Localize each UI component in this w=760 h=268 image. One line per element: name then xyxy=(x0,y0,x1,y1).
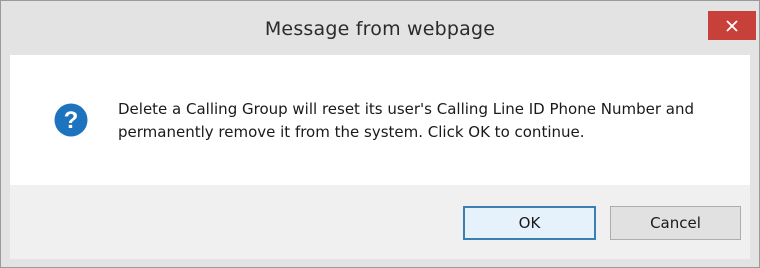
close-icon xyxy=(726,19,738,32)
ok-button[interactable]: OK xyxy=(463,206,596,240)
dialog-titlebar[interactable]: Message from webpage xyxy=(1,1,759,55)
close-button[interactable] xyxy=(708,11,756,40)
dialog-message: Delete a Calling Group will reset its us… xyxy=(118,100,694,141)
dialog-body: ? Delete a Calling Group will reset its … xyxy=(10,55,750,185)
svg-text:?: ? xyxy=(64,107,79,134)
message-dialog: Message from webpage ? Delete a Calling … xyxy=(0,0,760,268)
dialog-title: Message from webpage xyxy=(264,18,496,40)
question-icon: ? xyxy=(54,103,88,137)
dialog-footer: OK Cancel xyxy=(10,185,750,259)
cancel-button[interactable]: Cancel xyxy=(610,206,741,240)
